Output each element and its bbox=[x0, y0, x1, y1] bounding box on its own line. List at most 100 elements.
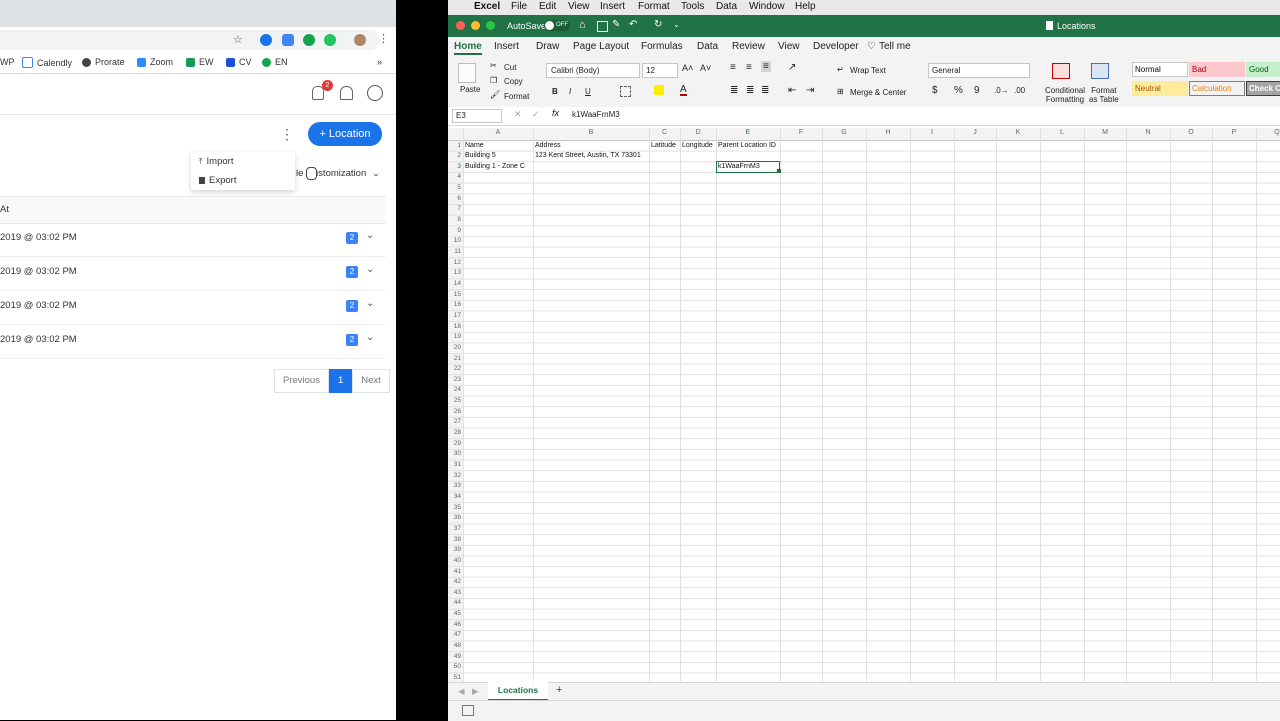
style-bad[interactable]: Bad bbox=[1189, 62, 1245, 77]
tab-insert[interactable]: Insert bbox=[494, 41, 519, 52]
row-header-12[interactable]: 12 bbox=[448, 259, 461, 266]
style-normal[interactable]: Normal bbox=[1132, 62, 1188, 77]
row-header-26[interactable]: 26 bbox=[448, 408, 461, 415]
increase-indent-icon[interactable]: ⇥ bbox=[806, 85, 814, 96]
maximize-window-icon[interactable] bbox=[486, 21, 495, 30]
cancel-entry-icon[interactable]: ✕ bbox=[514, 109, 522, 120]
bold-button[interactable]: B bbox=[552, 87, 558, 96]
row-header-36[interactable]: 36 bbox=[448, 514, 461, 521]
row-header-13[interactable]: 13 bbox=[448, 269, 461, 276]
row-header-30[interactable]: 30 bbox=[448, 450, 461, 457]
style-neutral[interactable]: Neutral bbox=[1132, 81, 1188, 96]
tab-home[interactable]: Home bbox=[454, 41, 482, 55]
style-calculation[interactable]: Calculation bbox=[1189, 81, 1245, 96]
row-header-45[interactable]: 45 bbox=[448, 610, 461, 617]
bookmark-ew[interactable]: EW bbox=[186, 57, 214, 67]
borders-icon[interactable] bbox=[620, 86, 631, 97]
column-header-d[interactable]: D bbox=[680, 129, 716, 136]
row-header-20[interactable]: 20 bbox=[448, 344, 461, 351]
expand-chevron-icon[interactable]: ⌄ bbox=[366, 264, 374, 275]
row-header-29[interactable]: 29 bbox=[448, 440, 461, 447]
insert-function-button[interactable]: fx bbox=[552, 108, 559, 118]
menu-file[interactable]: File bbox=[511, 1, 527, 12]
row-header-3[interactable]: 3 bbox=[448, 163, 461, 170]
table-row[interactable]: 2019 @ 03:02 PM 2 ⌄ bbox=[0, 256, 386, 291]
formula-input[interactable]: k1WaaFrnM3 bbox=[572, 110, 620, 119]
decrease-font-icon[interactable]: A˅ bbox=[700, 63, 711, 73]
style-good[interactable]: Good bbox=[1246, 62, 1280, 77]
row-header-23[interactable]: 23 bbox=[448, 376, 461, 383]
row-header-6[interactable]: 6 bbox=[448, 195, 461, 202]
row-header-38[interactable]: 38 bbox=[448, 536, 461, 543]
name-box[interactable]: E3 bbox=[452, 109, 502, 123]
number-format-select[interactable]: General bbox=[928, 63, 1030, 78]
format-painter-button[interactable]: Format bbox=[504, 92, 529, 101]
row-header-47[interactable]: 47 bbox=[448, 631, 461, 638]
row-header-43[interactable]: 43 bbox=[448, 589, 461, 596]
fill-color-icon[interactable] bbox=[654, 85, 664, 95]
menu-help[interactable]: Help bbox=[795, 1, 816, 12]
row-header-24[interactable]: 24 bbox=[448, 386, 461, 393]
export-menu-item[interactable]: Export bbox=[199, 175, 236, 186]
menubar-app-name[interactable]: Excel bbox=[474, 1, 500, 12]
cell[interactable]: 123 Kent Street, Austin, TX 73301 bbox=[535, 152, 641, 159]
row-header-4[interactable]: 4 bbox=[448, 173, 461, 180]
table-row[interactable]: 2019 @ 03:02 PM 2 ⌄ bbox=[0, 222, 386, 257]
row-header-40[interactable]: 40 bbox=[448, 557, 461, 564]
row-header-9[interactable]: 9 bbox=[448, 227, 461, 234]
column-header-o[interactable]: O bbox=[1170, 129, 1212, 136]
row-header-42[interactable]: 42 bbox=[448, 578, 461, 585]
tell-me-search[interactable]: Tell me bbox=[879, 41, 911, 52]
cell[interactable]: Building 5 bbox=[465, 152, 496, 159]
row-header-14[interactable]: 14 bbox=[448, 280, 461, 287]
align-left-icon[interactable]: ≣ bbox=[730, 85, 738, 96]
copy-button[interactable]: Copy bbox=[504, 77, 523, 86]
wrap-text-button[interactable]: Wrap Text bbox=[850, 66, 886, 75]
row-header-22[interactable]: 22 bbox=[448, 365, 461, 372]
column-header-i[interactable]: I bbox=[910, 129, 954, 136]
edit-icon[interactable]: ✎ bbox=[612, 19, 620, 30]
column-header-p[interactable]: P bbox=[1212, 129, 1256, 136]
column-header-q[interactable]: Q bbox=[1256, 129, 1280, 136]
merge-center-button[interactable]: Merge & Center bbox=[850, 88, 906, 97]
increase-decimal-icon[interactable]: .0→ bbox=[994, 86, 1009, 95]
row-header-49[interactable]: 49 bbox=[448, 653, 461, 660]
orientation-icon[interactable]: ↗ bbox=[788, 62, 796, 73]
extension-icon[interactable] bbox=[303, 34, 315, 46]
menu-data[interactable]: Data bbox=[716, 1, 737, 12]
column-header-g[interactable]: G bbox=[822, 129, 866, 136]
row-header-46[interactable]: 46 bbox=[448, 621, 461, 628]
customize-toolbar-icon[interactable]: ⌄ bbox=[673, 20, 680, 29]
row-header-16[interactable]: 16 bbox=[448, 301, 461, 308]
column-header-h[interactable]: H bbox=[866, 129, 910, 136]
prev-sheet-icon[interactable]: ◀ bbox=[458, 686, 465, 697]
column-header-l[interactable]: L bbox=[1040, 129, 1084, 136]
redo-icon[interactable]: ↻ bbox=[654, 19, 662, 30]
home-icon[interactable]: ⌂ bbox=[579, 19, 586, 31]
italic-button[interactable]: I bbox=[569, 87, 571, 96]
row-header-1[interactable]: 1 bbox=[448, 142, 461, 149]
menu-tools[interactable]: Tools bbox=[681, 1, 704, 12]
align-top-icon[interactable]: ≡ bbox=[730, 62, 736, 73]
star-icon[interactable]: ☆ bbox=[233, 33, 243, 46]
align-center-icon[interactable]: ≣ bbox=[746, 85, 754, 96]
row-header-37[interactable]: 37 bbox=[448, 525, 461, 532]
paste-icon[interactable] bbox=[458, 63, 476, 83]
cell[interactable]: Parent Location ID bbox=[718, 142, 776, 149]
column-header-e[interactable]: E bbox=[716, 129, 780, 136]
bookmark-calendly[interactable]: Calendly bbox=[22, 57, 72, 68]
increase-font-icon[interactable]: A˄ bbox=[682, 63, 693, 73]
row-header-17[interactable]: 17 bbox=[448, 312, 461, 319]
worksheet-grid[interactable]: A B C D E F G H I J K L M N O P Q 1 2 3 4 5 6 7 8 9 10 11 12 13 14 15 16… bbox=[448, 128, 1280, 682]
align-bottom-icon[interactable]: ≡ bbox=[761, 61, 771, 72]
column-header-f[interactable]: F bbox=[780, 129, 822, 136]
next-sheet-icon[interactable]: ▶ bbox=[472, 686, 479, 697]
tab-view[interactable]: View bbox=[778, 41, 800, 52]
bookmark-cv[interactable]: CV bbox=[226, 57, 252, 67]
minimize-window-icon[interactable] bbox=[471, 21, 480, 30]
menu-insert[interactable]: Insert bbox=[600, 1, 625, 12]
column-header-n[interactable]: N bbox=[1126, 129, 1170, 136]
cell[interactable]: Longitude bbox=[682, 142, 713, 149]
add-sheet-button[interactable]: + bbox=[556, 684, 562, 696]
row-header-44[interactable]: 44 bbox=[448, 599, 461, 606]
